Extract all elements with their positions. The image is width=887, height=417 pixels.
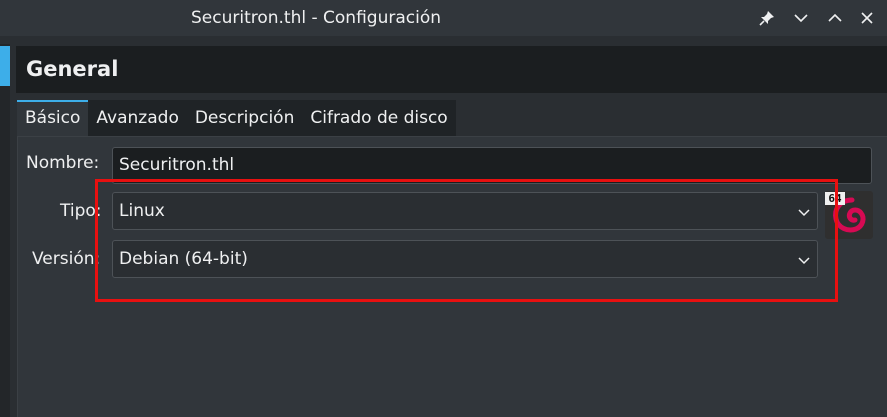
type-combobox[interactable]: Linux: [112, 192, 818, 230]
name-label: Nombre:: [26, 153, 100, 173]
sidebar-selected-item[interactable]: [0, 46, 10, 86]
section-header: [16, 46, 887, 93]
tab-avanzado[interactable]: Avanzado: [88, 100, 187, 136]
section-title: General: [26, 57, 119, 81]
version-combobox[interactable]: Debian (64-bit): [112, 240, 818, 278]
chevron-down-icon: [798, 209, 810, 217]
tab-cifrado-de-disco[interactable]: Cifrado de disco: [302, 100, 456, 136]
version-label: Versión:: [32, 249, 101, 269]
maximize-icon[interactable]: [824, 7, 846, 29]
minimize-icon[interactable]: [790, 7, 812, 29]
version-value: Debian (64-bit): [119, 249, 248, 269]
chevron-down-icon: [798, 257, 810, 265]
name-field[interactable]: Securitron.thl: [112, 147, 872, 184]
window-title: Securitron.thl - Configuración: [190, 8, 442, 28]
tab-descripcion[interactable]: Descripción: [186, 100, 303, 136]
pin-icon[interactable]: [756, 7, 778, 29]
badge-64bit: 64: [825, 192, 845, 205]
tab-basico[interactable]: Básico: [17, 100, 89, 136]
type-label: Tipo:: [60, 201, 102, 221]
close-icon[interactable]: [856, 7, 878, 29]
title-bar: Securitron.thl - Configuración: [0, 0, 887, 36]
sidebar: [0, 44, 10, 417]
tab-bar: Básico Avanzado Descripción Cifrado de d…: [17, 100, 456, 136]
type-value: Linux: [119, 201, 165, 221]
